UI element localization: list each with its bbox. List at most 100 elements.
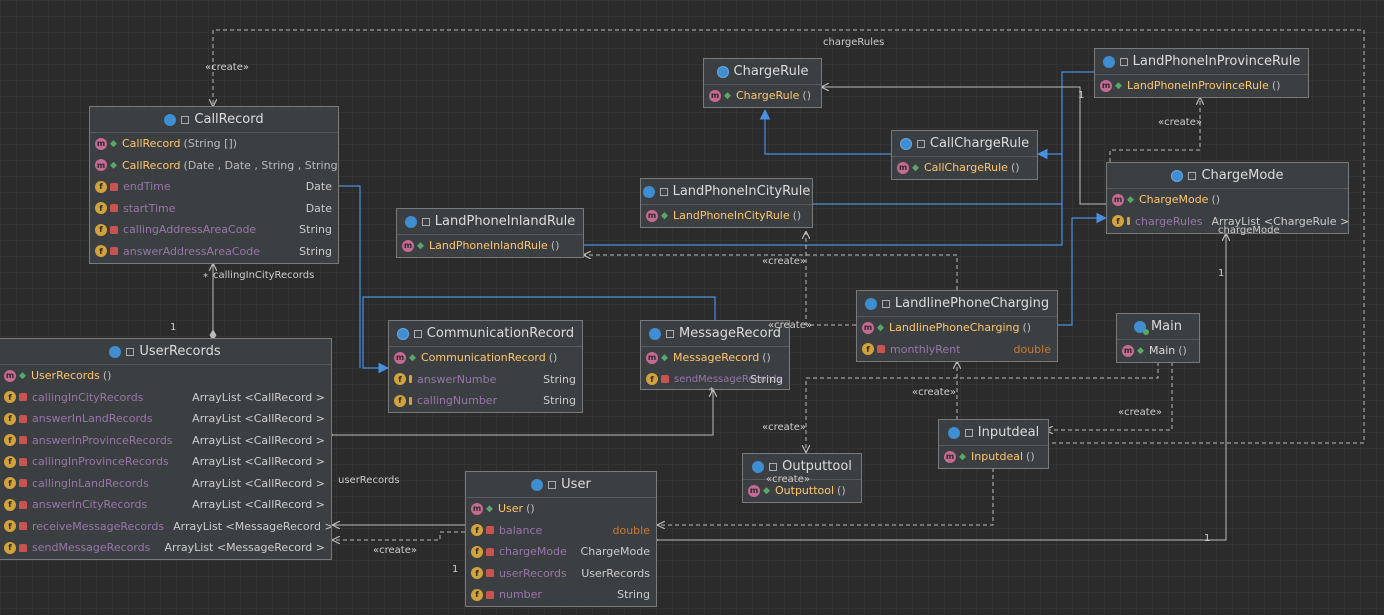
visibility-icon xyxy=(126,347,135,356)
method-params: () xyxy=(1010,161,1020,175)
field-icon: f xyxy=(394,394,406,407)
class-node-landphoneinprovincerule[interactable]: LandPhoneInProvinceRule m LandPhoneInPro… xyxy=(1094,48,1309,98)
field-row[interactable]: f sendMessageRecords String xyxy=(641,369,789,391)
field-row[interactable]: f number String xyxy=(466,584,656,606)
class-title: ChargeRule xyxy=(733,64,809,79)
visibility-icon xyxy=(1188,171,1197,180)
edge-callchargerule-to-chargerule xyxy=(759,108,892,155)
visibility-icon xyxy=(181,115,190,124)
method-row[interactable]: m ChargeRule () xyxy=(704,85,821,107)
class-node-callrecord[interactable]: CallRecord m CallRecord (String []) m Ca… xyxy=(89,106,339,264)
method-row[interactable]: m LandlinePhoneCharging () xyxy=(857,317,1057,339)
private-access-icon xyxy=(110,247,118,256)
field-icon: f xyxy=(4,434,16,447)
method-row[interactable]: m CallChargeRule () xyxy=(892,157,1037,179)
class-node-userrecords[interactable]: UserRecords m UserRecords () f callingIn… xyxy=(0,338,332,560)
field-icon: f xyxy=(95,202,107,215)
method-row[interactable]: m Inputdeal () xyxy=(939,446,1048,468)
field-type: ArrayList <CallRecord > xyxy=(192,498,325,512)
field-row[interactable]: f userRecords UserRecords xyxy=(466,563,656,585)
field-row[interactable]: f receiveMessageRecords ArrayList <Messa… xyxy=(0,516,331,538)
class-title: CommunicationRecord xyxy=(426,326,575,341)
class-node-chargerule[interactable]: ChargeRule m ChargeRule () xyxy=(703,58,822,108)
field-row[interactable]: f callingInCityRecords ArrayList <CallRe… xyxy=(0,387,331,409)
edge-label-charge-mode: chargeMode xyxy=(1218,225,1280,236)
field-row[interactable]: f balance double xyxy=(466,520,656,542)
field-type: ArrayList <CallRecord > xyxy=(192,455,325,469)
method-row[interactable]: m CallRecord (String []) xyxy=(90,133,338,155)
public-access-icon xyxy=(959,453,966,461)
edge-label-one-user-chargemode: 1 xyxy=(1204,533,1211,544)
method-params: () xyxy=(1026,450,1035,464)
field-row[interactable]: f callingNumber String xyxy=(389,390,582,412)
method-params: () xyxy=(1178,344,1187,358)
method-name: LandlinePhoneCharging xyxy=(889,321,1020,335)
field-name: chargeRules xyxy=(1135,214,1203,228)
field-icon: f xyxy=(4,455,16,468)
field-icon: f xyxy=(4,391,16,404)
field-icon: f xyxy=(471,588,483,601)
class-node-landphoneinlandrule[interactable]: LandPhoneInlandRule m LandPhoneInlandRul… xyxy=(396,208,584,258)
class-node-inputdeal[interactable]: Inputdeal m Inputdeal () xyxy=(938,419,1049,469)
field-name: answerInProvinceRecords xyxy=(32,433,173,447)
method-row[interactable]: m CommunicationRecord () xyxy=(389,347,582,369)
class-title: Outputtool xyxy=(782,459,852,474)
class-node-user[interactable]: User m User () f balance double f charge… xyxy=(465,471,657,607)
visibility-icon xyxy=(659,187,668,196)
class-icon xyxy=(531,478,544,491)
edge-landline-to-chargemode xyxy=(1058,212,1108,326)
method-row[interactable]: m CallRecord (Date , Date , String , Str… xyxy=(90,155,338,177)
field-row[interactable]: f answerInCityRecords ArrayList <CallRec… xyxy=(0,494,331,516)
method-name: CallChargeRule xyxy=(924,161,1008,175)
field-icon: f xyxy=(4,541,16,554)
method-name: CommunicationRecord xyxy=(421,351,546,365)
public-access-icon xyxy=(724,92,731,100)
field-row[interactable]: f monthlyRent double xyxy=(857,339,1057,361)
class-node-callchargerule[interactable]: CallChargeRule m CallChargeRule () xyxy=(891,130,1038,180)
private-access-icon xyxy=(110,182,118,191)
class-node-communicationrecord[interactable]: CommunicationRecord m CommunicationRecor… xyxy=(388,320,583,413)
method-params: () xyxy=(837,484,846,498)
field-row[interactable]: f chargeMode ChargeMode xyxy=(466,541,656,563)
class-node-chargemode[interactable]: ChargeMode m ChargeMode () f chargeRules… xyxy=(1106,162,1349,234)
field-row[interactable]: f answerNumbe String xyxy=(389,369,582,391)
method-row[interactable]: m LandPhoneInCityRule () xyxy=(641,205,812,227)
package-access-icon xyxy=(409,396,412,405)
field-type: ArrayList <CallRecord > xyxy=(192,476,325,490)
field-row[interactable]: f answerAddressAreaCode String xyxy=(90,241,338,263)
field-icon: f xyxy=(394,373,406,386)
class-icon xyxy=(947,426,960,439)
private-access-icon xyxy=(19,479,27,488)
field-row[interactable]: f answerInProvinceRecords ArrayList <Cal… xyxy=(0,430,331,452)
public-access-icon xyxy=(877,324,884,332)
private-access-icon xyxy=(877,345,885,354)
method-row[interactable]: m Main () xyxy=(1117,340,1199,362)
field-row[interactable]: f callingAddressAreaCode String xyxy=(90,219,338,241)
method-icon: m xyxy=(944,450,956,463)
class-title: MessageRecord xyxy=(679,326,781,341)
method-icon: m xyxy=(1122,344,1134,357)
field-type: String xyxy=(299,223,332,237)
field-row[interactable]: f callingInLandRecords ArrayList <CallRe… xyxy=(0,473,331,495)
class-node-main[interactable]: Main m Main () xyxy=(1116,313,1200,363)
method-row[interactable]: m UserRecords () xyxy=(0,365,331,387)
field-type: ArrayList <CallRecord > xyxy=(192,390,325,404)
field-type: ChargeMode xyxy=(580,545,650,559)
method-row[interactable]: m ChargeMode () xyxy=(1107,189,1348,211)
method-row[interactable]: m LandPhoneInProvinceRule () xyxy=(1095,75,1308,97)
method-row[interactable]: m LandPhoneInlandRule () xyxy=(397,235,583,257)
class-node-landlinephonecharging[interactable]: LandlinePhoneCharging m LandlinePhoneCha… xyxy=(856,290,1058,362)
method-row[interactable]: m User () xyxy=(466,498,656,520)
field-row[interactable]: f sendMessageRecords ArrayList <MessageR… xyxy=(0,537,331,559)
class-node-landphoneincityrule[interactable]: LandPhoneInCityRule m LandPhoneInCityRul… xyxy=(640,178,813,228)
method-name: MessageRecord xyxy=(673,351,760,365)
field-row[interactable]: f answerInLandRecords ArrayList <CallRec… xyxy=(0,408,331,430)
method-row[interactable]: m MessageRecord () xyxy=(641,347,789,369)
visibility-icon xyxy=(916,139,925,148)
field-row[interactable]: f callingInProvinceRecords ArrayList <Ca… xyxy=(0,451,331,473)
interface-icon xyxy=(716,65,729,78)
method-name: Inputdeal xyxy=(971,450,1024,464)
field-name: balance xyxy=(499,523,543,537)
field-row[interactable]: f endTime Date xyxy=(90,176,338,198)
field-row[interactable]: f startTime Date xyxy=(90,198,338,220)
